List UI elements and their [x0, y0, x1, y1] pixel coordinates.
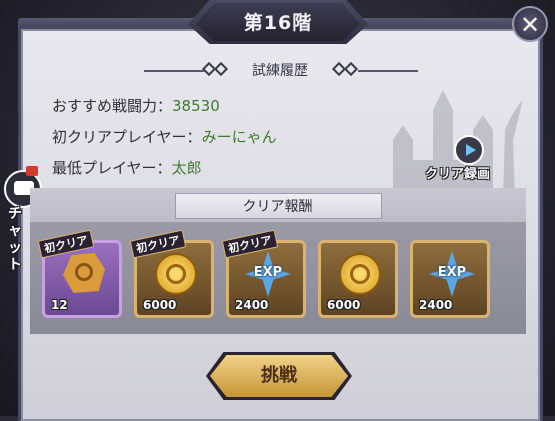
recommended-power-value: 38530 — [172, 97, 220, 115]
reward-title: クリア報酬 — [242, 199, 313, 215]
coin-icon — [339, 253, 381, 295]
ornament-line-right — [358, 70, 418, 72]
close-button[interactable]: ✕ — [512, 6, 548, 42]
close-icon: ✕ — [519, 11, 541, 39]
first-clear-row: 初クリアプレイヤー：みーにゃん — [52, 126, 277, 147]
lowest-player-row: 最低プレイヤー：太郎 — [52, 157, 202, 178]
chat-label[interactable]: チャット — [8, 206, 28, 274]
reward-item-exp[interactable]: EXP 2400 — [410, 240, 490, 318]
lowest-player-name[interactable]: 太郎 — [172, 159, 202, 177]
first-clear-label: 初クリアプレイヤー： — [52, 128, 202, 146]
reward-quantity: 12 — [51, 298, 68, 312]
reward-item-exp[interactable]: EXP 初クリア 2400 — [221, 229, 306, 318]
reward-quantity: 6000 — [143, 298, 177, 312]
reward-item-coin[interactable]: 6000 — [318, 240, 398, 318]
challenge-button[interactable]: 挑戦 — [210, 355, 348, 397]
exp-icon: EXP — [429, 251, 475, 297]
reward-quantity: 2400 — [235, 298, 269, 312]
replay-label[interactable]: クリア録画 — [425, 163, 490, 182]
recommended-power-row: おすすめ戦闘力：38530 — [52, 95, 220, 116]
replay-video-icon[interactable] — [454, 135, 484, 165]
reward-quantity: 6000 — [327, 298, 361, 312]
first-clear-player[interactable]: みーにゃん — [202, 128, 277, 146]
ore-icon — [63, 253, 105, 293]
reward-item-coin[interactable]: 初クリア 6000 — [129, 229, 214, 318]
coin-icon — [155, 253, 197, 295]
lowest-player-label: 最低プレイヤー： — [52, 159, 172, 177]
recommended-power-label: おすすめ戦闘力： — [52, 97, 173, 115]
exp-icon: EXP — [245, 251, 291, 297]
reward-quantity: 2400 — [419, 298, 453, 312]
floor-title: 第16階 — [243, 12, 313, 34]
reward-item-ore[interactable]: 初クリア 12 — [37, 229, 122, 318]
chat-notification-badge — [26, 166, 38, 176]
